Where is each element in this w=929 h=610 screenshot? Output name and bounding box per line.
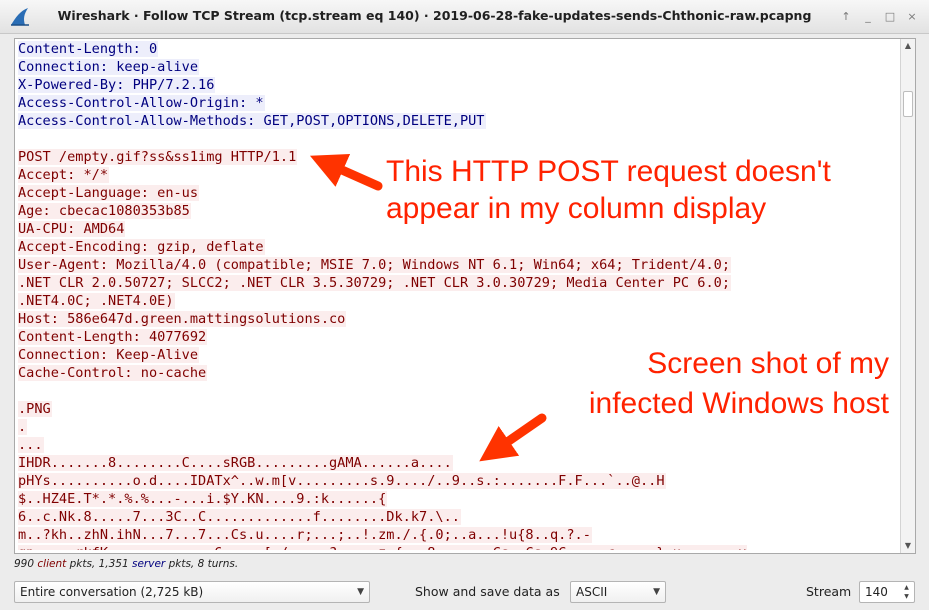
- stream-text-area[interactable]: Content-Length: 0 Connection: keep-alive X…: [14, 38, 916, 554]
- client-line-text: Age: cbecac1080353b85: [18, 203, 191, 219]
- client-line-text: 6..c.Nk.8.....7...3C..C.............f...…: [18, 509, 461, 525]
- stream-line[interactable]: $..HZ4E.T*.*.%.%...-...i.$Y.KN....9.:k..…: [18, 490, 898, 508]
- client-line-text: $..HZ4E.T*.*.%.%...-...i.$Y.KN....9.:k..…: [18, 491, 388, 507]
- server-line-text: X-Powered-By: PHP/7.2.16: [18, 77, 216, 93]
- client-line-text: IHDR.......8........C....sRGB.........gA…: [18, 455, 453, 471]
- stream-line[interactable]: Accept-Encoding: gzip, deflate: [18, 238, 898, 256]
- stream-line[interactable]: Content-Length: 0: [18, 40, 898, 58]
- stream-line[interactable]: 6..c.Nk.8.....7...3C..C.............f...…: [18, 508, 898, 526]
- client-pkt-count: 990: [14, 558, 35, 570]
- chevron-down-icon: ▼: [653, 587, 660, 597]
- maximize-button[interactable]: □: [881, 8, 899, 26]
- client-line-text: Host: 586e647d.green.mattingsolutions.co: [18, 311, 347, 327]
- minimize-button[interactable]: _: [859, 8, 877, 26]
- stream-line[interactable]: ...: [18, 436, 898, 454]
- stream-line[interactable]: IHDR.......8........C....sRGB.........gA…: [18, 454, 898, 472]
- client-line-text: Accept-Language: en-us: [18, 185, 200, 201]
- client-line-text: Accept-Encoding: gzip, deflate: [18, 239, 265, 255]
- conversation-select[interactable]: Entire conversation (2,725 kB) ▼: [14, 581, 370, 603]
- client-line-text: m..?kh..zhN.ihN...7...7...Cs.u....r;...;…: [18, 527, 592, 543]
- close-button[interactable]: ×: [903, 8, 921, 26]
- client-line-text: .NET CLR 2.0.50727; SLCC2; .NET CLR 3.5.…: [18, 275, 732, 291]
- stream-number-spinbox[interactable]: 140 ▲ ▼: [859, 581, 915, 603]
- stream-content[interactable]: Content-Length: 0 Connection: keep-alive X…: [18, 40, 898, 550]
- encoding-select[interactable]: ASCII ▼: [570, 581, 666, 603]
- stream-line[interactable]: .NET4.0C; .NET4.0E): [18, 292, 898, 310]
- pkts-mid: pkts, 1,351: [69, 558, 129, 570]
- client-line-text: Connection: Keep-Alive: [18, 347, 200, 363]
- server-line-text: Access-Control-Allow-Methods: GET,POST,O…: [18, 113, 486, 129]
- client-word: client: [37, 558, 67, 570]
- client-line-text: .NET4.0C; .NET4.0E): [18, 293, 175, 309]
- stream-line[interactable]: Connection: keep-alive: [18, 58, 898, 76]
- client-line-text: Content-Length: 4077692: [18, 329, 208, 345]
- stream-line[interactable]: gp.....rkfK.............6.....[./.....?.…: [18, 544, 898, 550]
- annotation-screenshot-line1: Screen shot of my: [647, 347, 889, 380]
- client-line-text: .PNG: [18, 401, 52, 417]
- pkts-end: pkts, 8 turns.: [168, 558, 239, 570]
- client-line-text: Cache-Control: no-cache: [18, 365, 208, 381]
- stream-line[interactable]: User-Agent: Mozilla/4.0 (compatible; MSI…: [18, 256, 898, 274]
- annotation-screenshot-line2: infected Windows host: [588, 387, 889, 420]
- stream-line[interactable]: .NET CLR 2.0.50727; SLCC2; .NET CLR 3.5.…: [18, 274, 898, 292]
- stream-line[interactable]: m..?kh..zhN.ihN...7...7...Cs.u....r;...;…: [18, 526, 898, 544]
- server-line-text: Content-Length: 0: [18, 41, 159, 57]
- server-line-text: Connection: keep-alive: [18, 59, 200, 75]
- wireshark-fin-icon: [11, 8, 29, 26]
- window-controls: ↑ _ □ ×: [837, 8, 921, 26]
- stream-line[interactable]: Access-Control-Allow-Methods: GET,POST,O…: [18, 112, 898, 130]
- packet-stats: 990 client pkts, 1,351 server pkts, 8 tu…: [14, 558, 238, 570]
- stream-line[interactable]: Content-Length: 4077692: [18, 328, 898, 346]
- scroll-down-arrow-icon[interactable]: ▼: [901, 539, 915, 553]
- stream-number-value: 140: [865, 585, 888, 599]
- stream-line[interactable]: X-Powered-By: PHP/7.2.16: [18, 76, 898, 94]
- vertical-scrollbar[interactable]: ▲ ▼: [900, 39, 915, 553]
- stream-line[interactable]: Host: 586e647d.green.mattingsolutions.co: [18, 310, 898, 328]
- conversation-value: Entire conversation (2,725 kB): [20, 585, 204, 599]
- client-line-text: Accept: */*: [18, 167, 110, 183]
- client-line-text: gp.....rkfK.............6.....[./.....?.…: [18, 545, 748, 550]
- stream-line[interactable]: pHYs..........o.d....IDATx^..w.m[v......…: [18, 472, 898, 490]
- spin-arrows-icon[interactable]: ▲ ▼: [901, 583, 912, 601]
- client-line-text: UA-CPU: AMD64: [18, 221, 126, 237]
- stream-line[interactable]: Access-Control-Allow-Origin: *: [18, 94, 898, 112]
- server-word: server: [132, 558, 166, 570]
- scroll-up-arrow-icon[interactable]: ▲: [901, 39, 915, 53]
- annotation-post-line2: appear in my column display: [386, 192, 767, 225]
- keep-above-button[interactable]: ↑: [837, 8, 855, 26]
- client-line-text: pHYs..........o.d....IDATx^..w.m[v......…: [18, 473, 666, 489]
- scroll-thumb[interactable]: [903, 91, 913, 117]
- server-line-text: Access-Control-Allow-Origin: *: [18, 95, 265, 111]
- chevron-down-icon: ▼: [357, 587, 364, 597]
- annotation-post-line1: This HTTP POST request doesn't: [386, 155, 831, 188]
- client-line-text: ...: [18, 437, 44, 453]
- encoding-value: ASCII: [576, 585, 608, 599]
- client-line-text: .: [18, 419, 28, 435]
- stream-label: Stream: [806, 584, 852, 599]
- client-line-text: POST /empty.gif?ss&ss1img HTTP/1.1: [18, 149, 298, 165]
- title-bar[interactable]: Wireshark · Follow TCP Stream (tcp.strea…: [0, 0, 929, 34]
- show-save-label: Show and save data as: [415, 584, 560, 599]
- client-line-text: User-Agent: Mozilla/4.0 (compatible; MSI…: [18, 257, 732, 273]
- window-title: Wireshark · Follow TCP Stream (tcp.strea…: [57, 8, 812, 23]
